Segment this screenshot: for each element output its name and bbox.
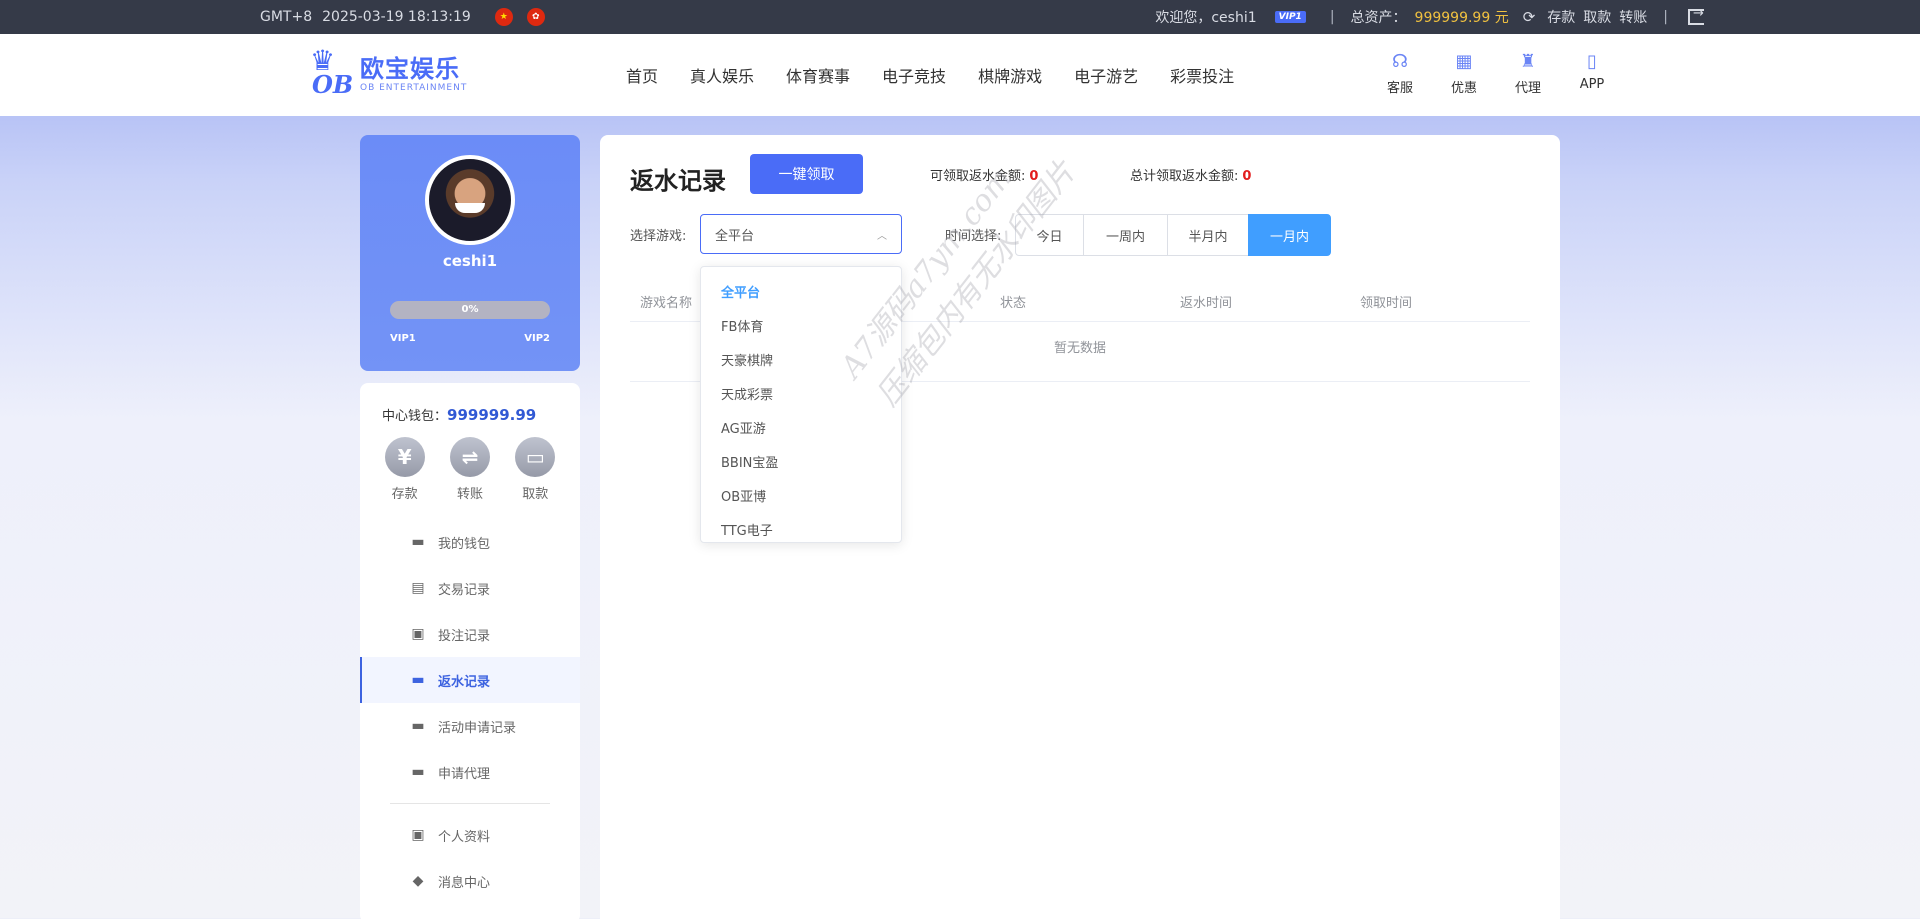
- game-filter-label: 选择游戏:: [630, 229, 687, 244]
- total-claimed-amount: 总计领取返水金额: 0: [1130, 169, 1252, 184]
- divider: [390, 803, 550, 804]
- nav-card-games[interactable]: 棋牌游戏: [978, 63, 1042, 87]
- center-wallet: 中心钱包：999999.99: [382, 406, 537, 424]
- time-week-button[interactable]: 一周内: [1083, 214, 1168, 256]
- agent-link[interactable]: ♜ 代理: [1514, 50, 1542, 97]
- refresh-icon[interactable]: ⟳: [1523, 8, 1536, 26]
- separator: |: [1329, 9, 1335, 25]
- trophy-icon: ♜: [1519, 50, 1537, 72]
- sidebar-item-bet-records[interactable]: ▣ 投注记录: [360, 611, 580, 657]
- hongkong-flag-icon[interactable]: ✿: [526, 8, 545, 26]
- avatar[interactable]: [425, 155, 515, 245]
- top-bar: GMT+8 2025-03-19 18:13:19 ★ ✿ 欢迎您，ceshi1…: [0, 0, 1920, 34]
- nav-slots[interactable]: 电子游艺: [1074, 63, 1138, 87]
- game-select[interactable]: 全平台 ︿: [700, 214, 902, 254]
- datetime: 2025-03-19 18:13:19: [322, 9, 471, 25]
- sidebar-item-profile[interactable]: ▣ 个人资料: [360, 812, 580, 858]
- nav-esports[interactable]: 电子竞技: [882, 63, 946, 87]
- phone-icon: ▯: [1587, 50, 1597, 72]
- topbar-withdraw-link[interactable]: 取款: [1583, 7, 1611, 27]
- customer-service-link[interactable]: ☊ 客服: [1386, 50, 1414, 97]
- time-half-month-button[interactable]: 半月内: [1167, 214, 1249, 256]
- time-range-selector: 今日 一周内 半月内 一月内: [1015, 214, 1331, 256]
- welcome-text: 欢迎您，ceshi1: [1155, 10, 1257, 26]
- sidebar-item-red-packet[interactable]: ▰红包: [360, 904, 580, 919]
- page-title: 返水记录: [630, 167, 726, 195]
- wallet-balance: 999999.99: [447, 406, 537, 424]
- sidebar-item-transactions[interactable]: ▤ 交易记录: [360, 565, 580, 611]
- dropdown-option[interactable]: TTG电子: [701, 515, 901, 542]
- headset-icon: ☊: [1392, 50, 1408, 72]
- username: ceshi1: [442, 252, 498, 270]
- crown-logo-icon: ♛ OB: [310, 44, 354, 99]
- yen-icon: ¥: [384, 437, 425, 477]
- vip-badge: VIP1: [1274, 11, 1306, 23]
- vip-progress-bar: 0%: [390, 301, 550, 319]
- vip-next-level: VIP2: [524, 333, 550, 344]
- topbar-transfer-link[interactable]: 转账: [1619, 7, 1647, 27]
- main-header: ♛ OB 欧宝娱乐 OB ENTERTAINMENT 首页 真人娱乐 体育赛事 电…: [0, 34, 1920, 116]
- assets-value: 999999.99 元: [1414, 10, 1509, 26]
- app-link[interactable]: ▯ APP: [1578, 50, 1606, 96]
- logout-icon[interactable]: [1688, 6, 1704, 25]
- deposit-button[interactable]: ¥ 存款: [384, 437, 425, 502]
- rebate-icon: ▬: [411, 672, 425, 688]
- transfer-icon: ⇌: [449, 437, 490, 477]
- logo-title: 欧宝娱乐: [360, 55, 460, 83]
- china-flag-icon[interactable]: ★: [494, 8, 513, 26]
- sidebar: 中心钱包：999999.99 ¥ 存款 ⇌ 转账 ▭ 取款 ▬ 我的钱包 ▤ 交易记录 ▣…: [360, 383, 580, 919]
- chevron-up-icon: ︿: [877, 230, 887, 242]
- time-month-button[interactable]: 一月内: [1248, 214, 1331, 256]
- nav-live-casino[interactable]: 真人娱乐: [690, 63, 754, 87]
- sidebar-item-activity-records[interactable]: ▬ 活动申请记录: [360, 703, 580, 749]
- sidebar-item-rebate-records[interactable]: ▬ 返水记录: [360, 657, 580, 703]
- column-status: 状态: [1000, 296, 1027, 311]
- gift-icon: ▦: [1455, 50, 1473, 72]
- activity-icon: ▬: [411, 718, 425, 734]
- dropdown-option[interactable]: BBIN宝盈: [701, 447, 901, 481]
- column-claim-time: 领取时间: [1360, 296, 1413, 311]
- assets-label: 总资产：: [1350, 10, 1407, 26]
- column-game-name: 游戏名称: [640, 296, 693, 311]
- nav-home[interactable]: 首页: [626, 63, 658, 87]
- main-nav: 首页 真人娱乐 体育赛事 电子竞技 棋牌游戏 电子游艺 彩票投注: [626, 34, 1234, 116]
- withdraw-button[interactable]: ▭ 取款: [515, 437, 556, 502]
- vip-current-level: VIP1: [390, 333, 416, 344]
- site-logo[interactable]: ♛ OB 欧宝娱乐 OB ENTERTAINMENT: [308, 44, 468, 100]
- bet-record-icon: ▣: [411, 626, 425, 642]
- card-icon: ▭: [515, 437, 556, 477]
- topbar-deposit-link[interactable]: 存款: [1547, 7, 1575, 27]
- dropdown-option[interactable]: AG亚游: [701, 413, 901, 447]
- profile-card: ceshi1 0% VIP1 VIP2: [360, 135, 580, 371]
- dropdown-option[interactable]: OB亚博: [701, 481, 901, 515]
- wallet-actions: ¥ 存款 ⇌ 转账 ▭ 取款: [360, 437, 580, 502]
- nav-lottery[interactable]: 彩票投注: [1170, 63, 1234, 87]
- sidebar-item-messages[interactable]: ◆ 消息中心: [360, 858, 580, 904]
- diamond-icon: ◆: [412, 873, 424, 889]
- id-card-icon: ▣: [411, 827, 425, 843]
- separator: |: [1663, 9, 1668, 25]
- transfer-button[interactable]: ⇌ 转账: [449, 437, 490, 502]
- claim-all-button[interactable]: 一键领取: [750, 154, 863, 194]
- logo-subtitle: OB ENTERTAINMENT: [360, 83, 468, 93]
- sidebar-menu: ▬ 我的钱包 ▤ 交易记录 ▣ 投注记录 ▬ 返水记录 ▬ 活动申请记录 ▬ 申请代理 ▣ 个…: [360, 519, 580, 919]
- wallet-icon: ▬: [411, 534, 425, 550]
- sidebar-item-my-wallet[interactable]: ▬ 我的钱包: [360, 519, 580, 565]
- sidebar-item-apply-agent[interactable]: ▬ 申请代理: [360, 749, 580, 795]
- agent-icon: ▬: [411, 764, 425, 780]
- clipboard-icon: ▤: [411, 580, 425, 596]
- nav-sports[interactable]: 体育赛事: [786, 63, 850, 87]
- timezone: GMT+8: [260, 9, 313, 25]
- quick-links: ☊ 客服 ▦ 优惠 ♜ 代理 ▯ APP: [1386, 50, 1606, 97]
- promotions-link[interactable]: ▦ 优惠: [1450, 50, 1478, 97]
- column-rebate-time: 返水时间: [1180, 296, 1233, 311]
